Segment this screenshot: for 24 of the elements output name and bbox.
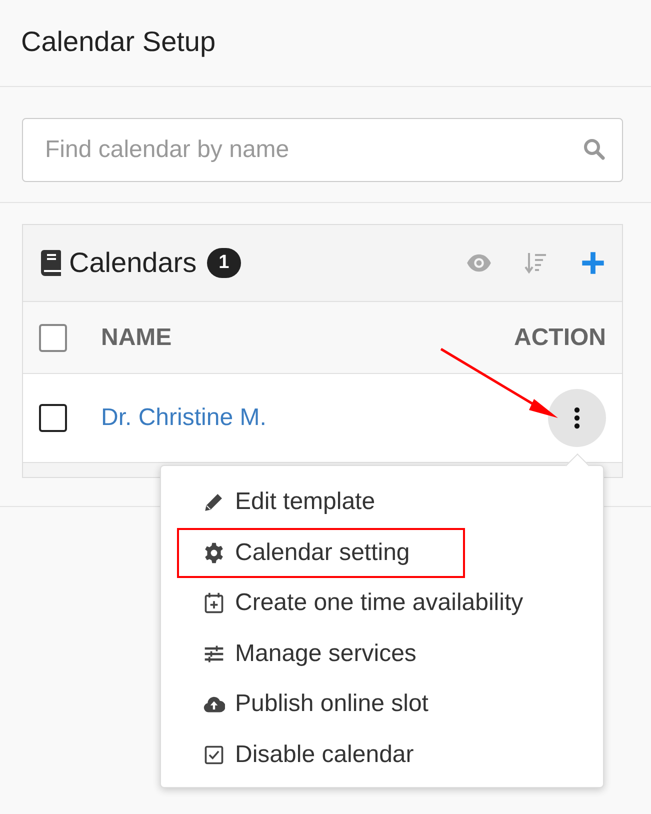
- sort-icon: [524, 251, 548, 275]
- kebab-icon: [574, 407, 580, 429]
- checkbox-icon: [203, 744, 225, 766]
- count-badge: 1: [206, 248, 242, 278]
- checkbox[interactable]: [39, 324, 67, 352]
- menu-item[interactable]: Edit template: [177, 477, 587, 528]
- plus-icon: [580, 250, 606, 276]
- menu-item[interactable]: Manage services: [177, 628, 587, 679]
- search-field[interactable]: Find calendar by name: [22, 118, 623, 182]
- search-icon: [582, 137, 606, 161]
- menu-item[interactable]: Calendar setting: [177, 528, 465, 578]
- book-icon: [41, 250, 61, 276]
- gear-icon: [203, 542, 225, 564]
- pencil-icon: [203, 491, 225, 514]
- menu-item[interactable]: Create one time availability: [177, 578, 587, 628]
- menu-item[interactable]: Disable calendar: [177, 730, 587, 780]
- page-title: Calendar Setup: [21, 26, 216, 59]
- column-header: NAME: [101, 324, 173, 352]
- calendar-name-link[interactable]: Dr. Christine M.: [101, 404, 266, 432]
- column-header: ACTION: [514, 324, 606, 352]
- panel-title: Calendars: [69, 247, 197, 279]
- calendar-plus-icon: [203, 592, 225, 614]
- checkbox[interactable]: [39, 404, 67, 432]
- menu-item[interactable]: Publish online slot: [177, 679, 587, 730]
